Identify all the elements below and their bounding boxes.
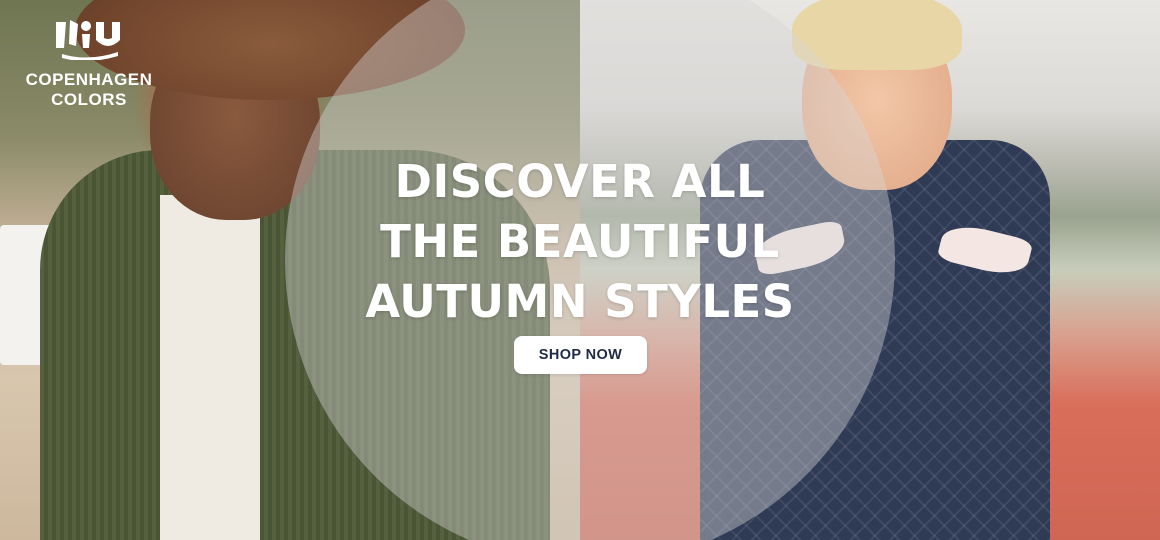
shop-now-button[interactable]: SHOP NOW	[514, 336, 647, 374]
brand-name-line1: COPENHAGEN	[25, 70, 153, 89]
headline-line-1: DISCOVER ALL	[394, 155, 766, 208]
brand-name-line2: COLORS	[51, 90, 127, 109]
hero-banner[interactable]: COPENHAGEN COLORS DISCOVER ALL THE BEAUT…	[0, 0, 1160, 540]
hero-headline: DISCOVER ALL THE BEAUTIFUL AUTUMN STYLES	[330, 152, 830, 332]
headline-line-3: AUTUMN STYLES	[365, 275, 795, 328]
graphic-tee	[160, 195, 260, 540]
brand-logo[interactable]: COPENHAGEN COLORS	[18, 18, 160, 110]
headline-line-2: THE BEAUTIFUL	[380, 215, 780, 268]
copenhagen-colors-logo-icon	[56, 20, 120, 60]
